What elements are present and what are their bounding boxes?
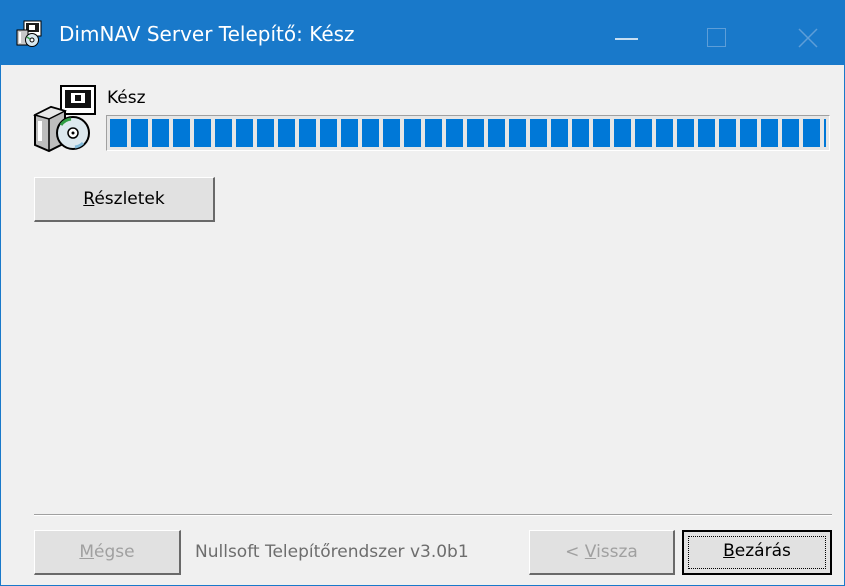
title-bar[interactable]: DimNAV Server Telepítő: Kész bbox=[1, 1, 844, 65]
progress-bar bbox=[106, 115, 830, 151]
back-button-accel: V bbox=[584, 542, 597, 562]
details-button-label: észletek bbox=[94, 189, 165, 209]
window-title: DimNAV Server Telepítő: Kész bbox=[59, 22, 355, 46]
back-button[interactable]: < Vissza bbox=[529, 530, 675, 575]
close-icon bbox=[798, 28, 818, 48]
installer-icon bbox=[15, 20, 43, 48]
details-button[interactable]: Részletek bbox=[34, 177, 215, 222]
cancel-button-accel: M bbox=[79, 542, 95, 562]
installer-window: DimNAV Server Telepítő: Kész Kész Részle… bbox=[0, 0, 845, 586]
close-window-button[interactable] bbox=[750, 1, 844, 65]
close-button-label: ezárás bbox=[734, 541, 791, 561]
back-button-prefix: < bbox=[565, 542, 585, 562]
progress-fill bbox=[110, 119, 826, 147]
cancel-button[interactable]: Mégse bbox=[34, 530, 181, 575]
minimize-icon bbox=[615, 38, 638, 40]
footer-separator bbox=[34, 514, 832, 516]
details-button-accel: R bbox=[83, 189, 95, 209]
branding-label: Nullsoft Telepítőrendszer v3.0b1 bbox=[195, 542, 469, 562]
back-button-label: issza bbox=[596, 542, 638, 562]
close-button[interactable]: Bezárás bbox=[682, 530, 832, 575]
status-label: Kész bbox=[107, 88, 146, 108]
close-button-accel: B bbox=[723, 541, 735, 561]
install-package-cd-icon bbox=[31, 85, 103, 155]
minimize-button[interactable] bbox=[580, 1, 674, 65]
cancel-button-label: égse bbox=[94, 542, 135, 562]
